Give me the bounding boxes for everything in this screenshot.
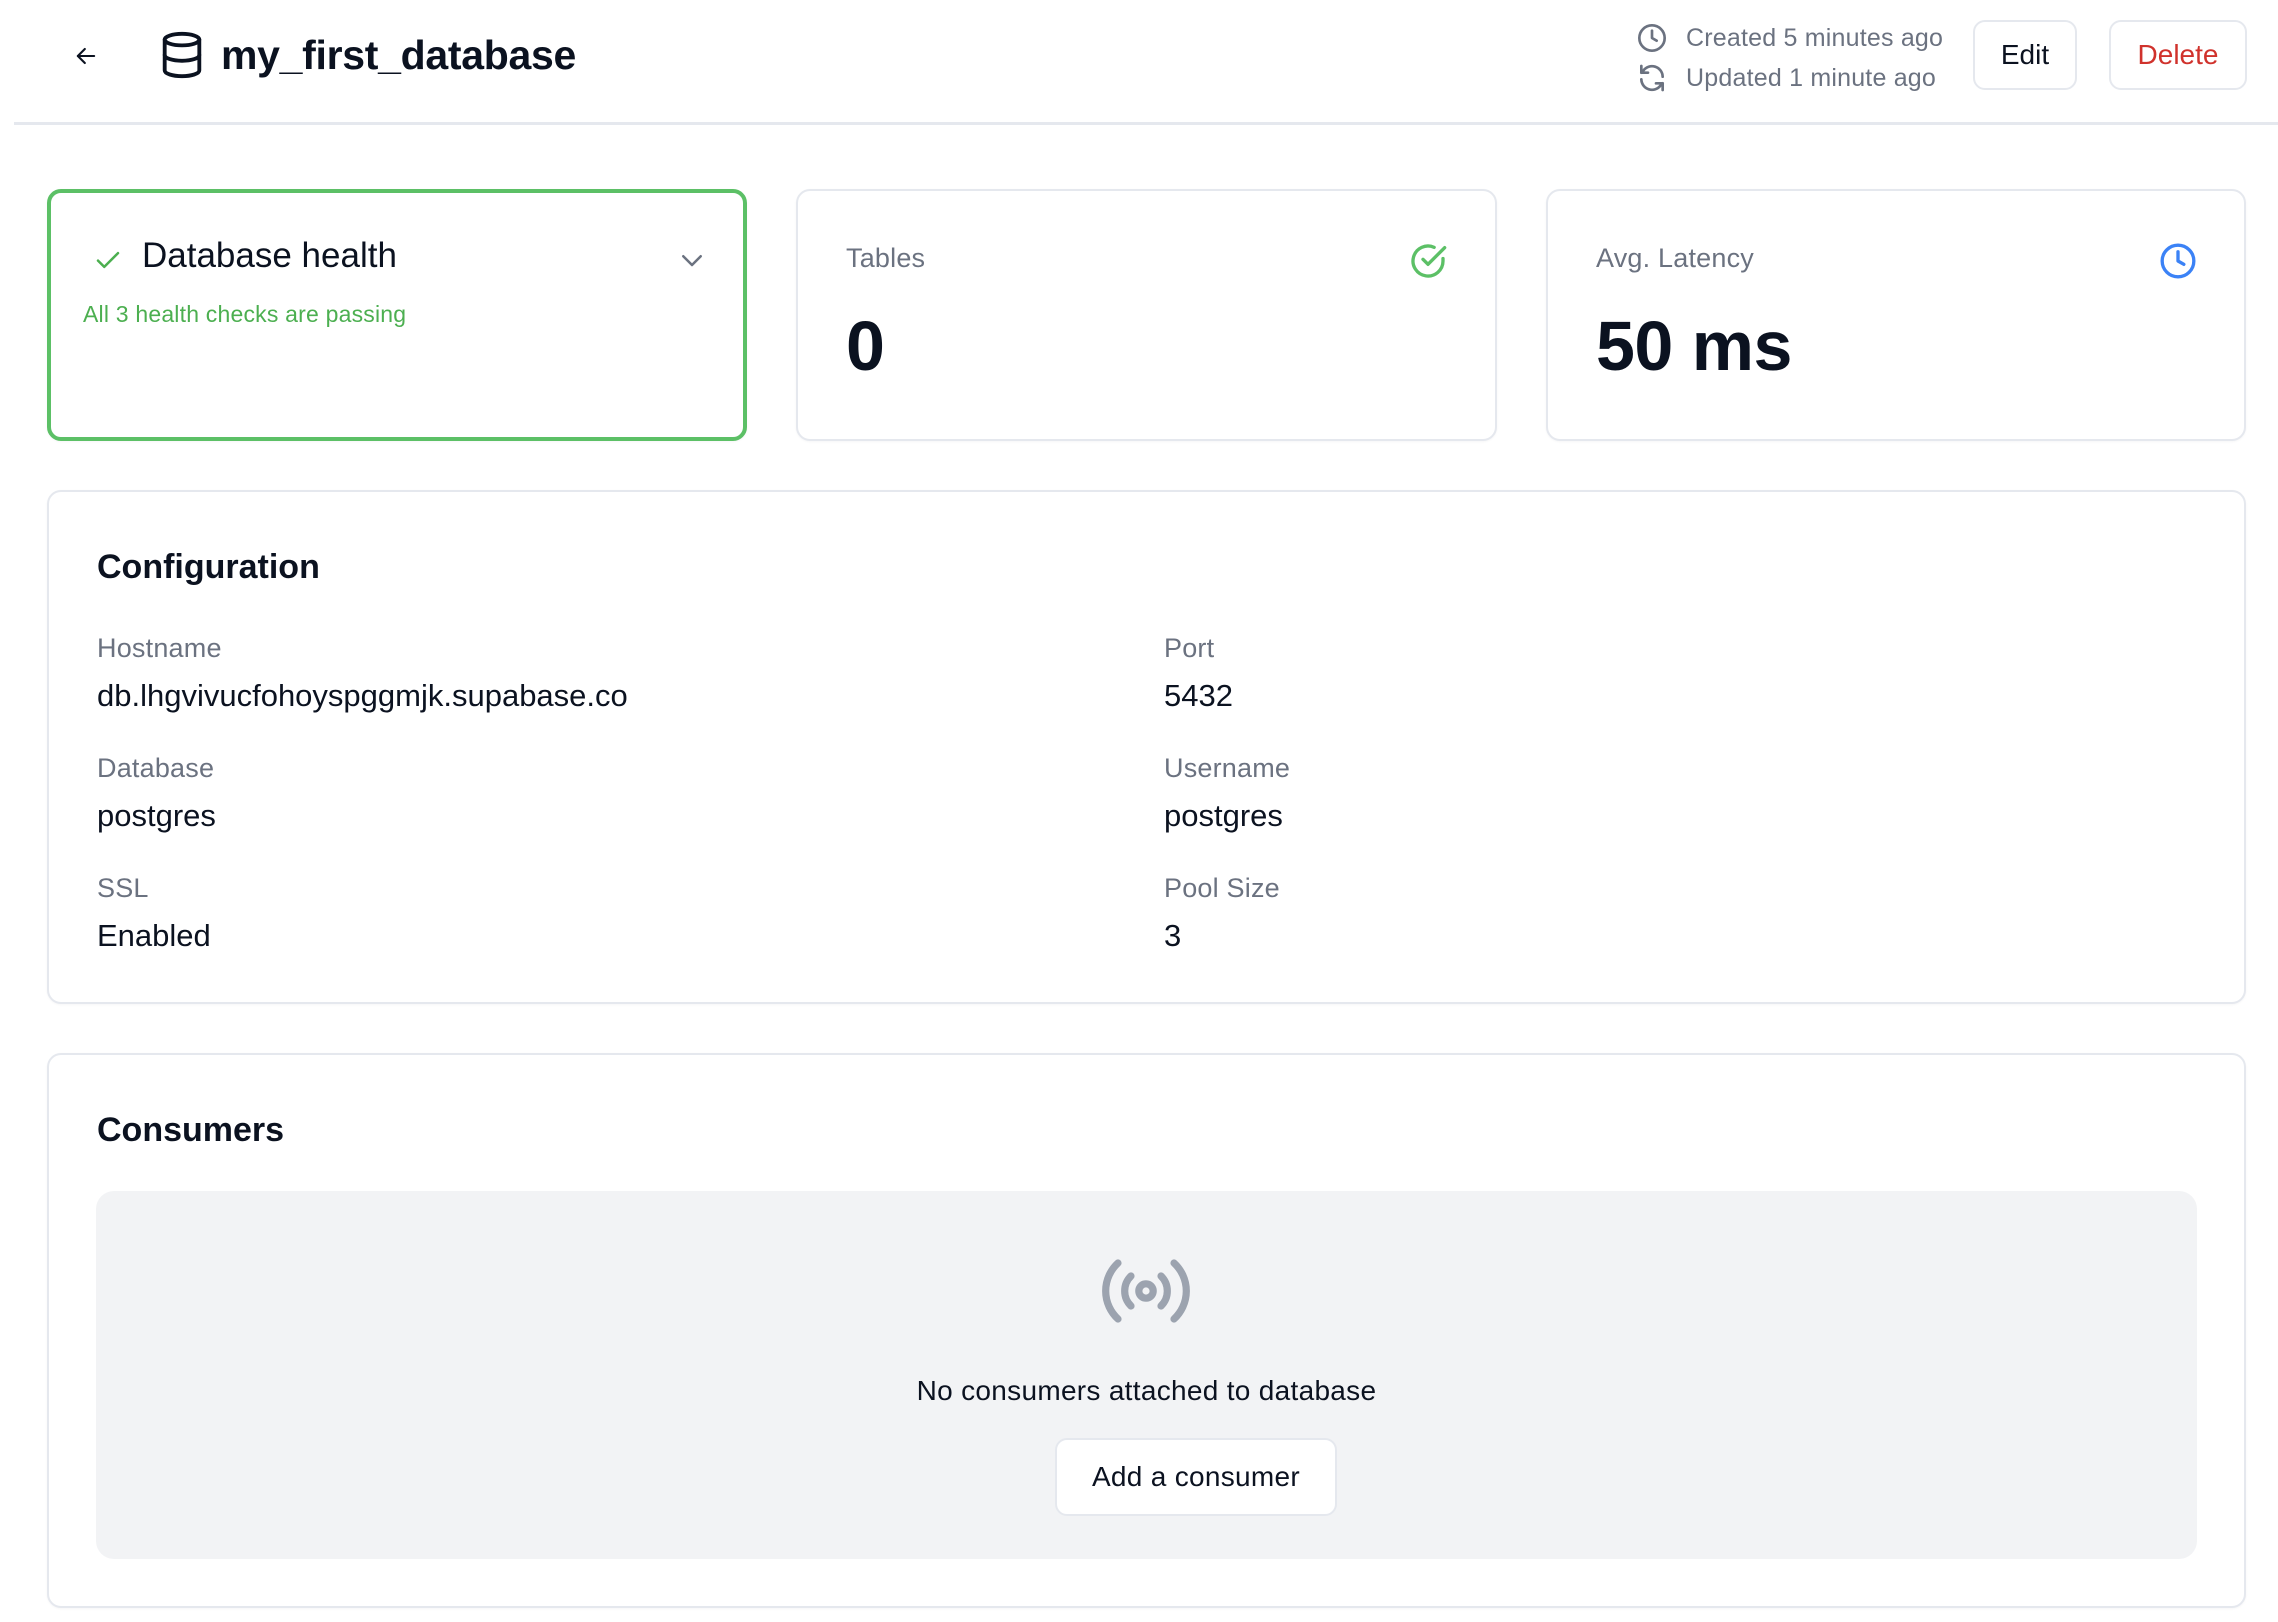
tables-value: 0 [846,307,885,385]
latency-label: Avg. Latency [1596,243,1755,273]
database-icon [162,31,202,79]
header-divider [14,122,2278,125]
consumers-card: Consumers No consumers attached to datab… [47,1053,2246,1608]
field-value: db.lhgvivucfohoyspggmjk.supabase.co [97,678,628,713]
port-field: Port 5432 [1164,630,1233,718]
configuration-title: Configuration [97,548,320,586]
page-header: my_first_database Created 5 minutes ago … [0,0,2278,124]
field-value: postgres [1164,798,1283,833]
configuration-card: Configuration Hostname db.lhgvivucfohoys… [47,490,2246,1004]
empty-state-text: No consumers attached to database [916,1375,1377,1406]
field-value: 3 [1164,918,1182,953]
health-title: Database health [142,236,397,275]
pool-size-field: Pool Size 3 [1164,870,1280,958]
updated-text: Updated 1 minute ago [1686,63,1937,92]
username-field: Username postgres [1164,750,1290,838]
check-icon [96,251,120,269]
broadcast-icon [1102,1259,1190,1323]
health-status-text: All 3 health checks are passing [83,301,407,327]
field-label: Hostname [97,633,222,663]
latency-card: Avg. Latency 50 ms [1546,189,2246,441]
tables-label: Tables [846,243,926,273]
field-label: Username [1164,753,1291,783]
timestamps: Created 5 minutes ago Updated 1 minute a… [1636,18,1943,98]
tables-card: Tables 0 [796,189,1497,441]
arrow-left-icon [76,47,96,65]
consumers-empty-state: No consumers attached to database Add a … [96,1191,2197,1559]
field-label: Database [97,753,215,783]
field-label: Pool Size [1164,873,1280,903]
updated-row: Updated 1 minute ago [1636,58,1943,98]
database-health-card[interactable]: Database health All 3 health checks are … [47,189,747,441]
clock-icon [1638,24,1666,52]
field-label: Port [1164,633,1215,663]
database-field: Database postgres [97,750,216,838]
refresh-icon [1640,64,1664,92]
field-value: Enabled [97,918,211,953]
chevron-down-icon[interactable] [677,245,707,275]
field-label: SSL [97,873,149,903]
clock-icon [2160,243,2196,279]
consumers-title: Consumers [97,1111,285,1149]
check-circle-icon [1411,244,1447,278]
page-title: my_first_database [221,32,576,78]
add-consumer-button[interactable]: Add a consumer [1055,1438,1337,1516]
latency-value: 50 ms [1596,307,1792,385]
created-row: Created 5 minutes ago [1636,18,1943,58]
ssl-field: SSL Enabled [97,870,211,958]
created-text: Created 5 minutes ago [1686,23,1944,52]
back-button[interactable] [66,36,106,76]
edit-button[interactable]: Edit [1973,20,2077,90]
field-value: 5432 [1164,678,1233,713]
delete-button[interactable]: Delete [2109,20,2247,90]
hostname-field: Hostname db.lhgvivucfohoyspggmjk.supabas… [97,630,628,718]
field-value: postgres [97,798,216,833]
